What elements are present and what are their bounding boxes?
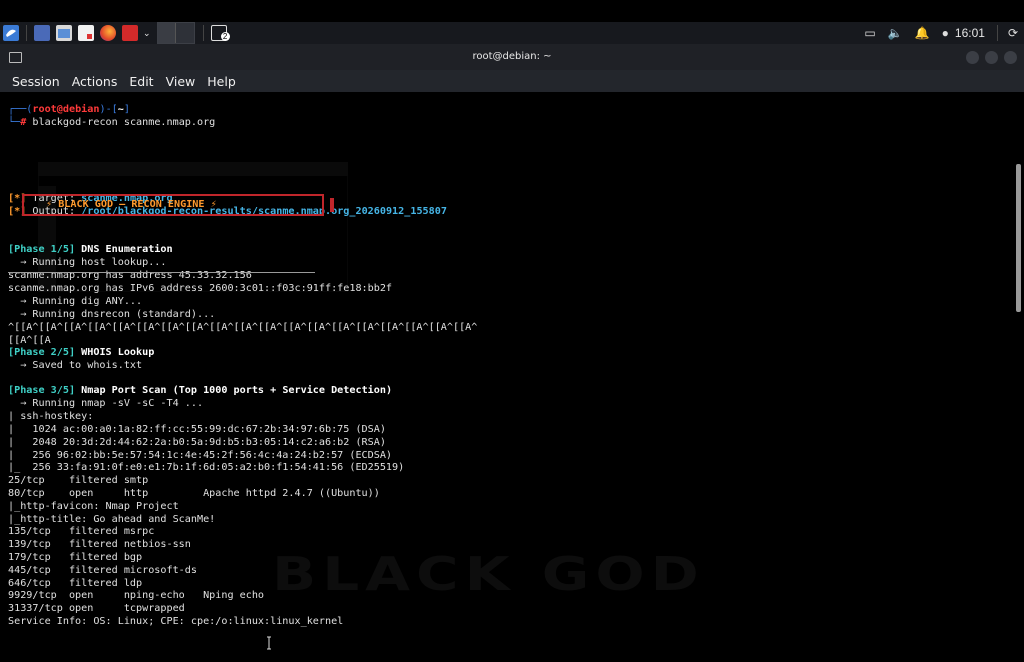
terminal-count-badge: 2 <box>220 32 230 41</box>
workspace-2[interactable] <box>176 23 194 43</box>
taskbar: ⌄ 2 ▭ 🔈 🔔 ● 16:01 ⟳ <box>0 22 1024 44</box>
phase2-header: [Phase 2/5] WHOIS Lookup <box>8 346 154 359</box>
phase1-title: DNS Enumeration <box>75 244 173 255</box>
taskbar-separator <box>996 25 998 41</box>
taskbar-separator <box>202 25 204 41</box>
chevron-down-icon[interactable]: ⌄ <box>143 28 151 39</box>
separator-rule <box>8 272 315 273</box>
phase3-header: [Phase 3/5] Nmap Port Scan (Top 1000 por… <box>8 384 392 397</box>
screen-icon[interactable]: ▭ <box>864 26 875 40</box>
app-menu-icon[interactable] <box>3 25 19 41</box>
prompt-mid: )-[ <box>99 104 118 115</box>
terminal-lines: ┌──(root@debian)-[~] └─# blackgod-recon … <box>8 92 477 627</box>
show-desktop-icon[interactable] <box>34 25 50 41</box>
firefox-icon[interactable] <box>100 25 116 41</box>
phase1-line: → Running dig ANY... <box>8 296 143 307</box>
phase3-line: |_http-favicon: Nmap Project <box>8 501 179 512</box>
phase3-line: | 1024 ac:00:a0:1a:82:ff:cc:55:99:dc:67:… <box>8 424 386 435</box>
phase3-line: | ssh-hostkey: <box>8 411 94 422</box>
menu-session[interactable]: Session <box>12 74 60 89</box>
menubar: Session Actions Edit View Help <box>0 70 1024 92</box>
phase3-line: 25/tcp filtered smtp <box>8 475 149 486</box>
phase3-line: 139/tcp filtered netbios-ssn <box>8 539 191 550</box>
logout-icon[interactable]: ⟳ <box>1008 26 1018 40</box>
phase2-tag: [Phase 2/5] <box>8 347 76 358</box>
phase3-line: |_ 256 33:fa:91:0f:e0:e1:7b:1f:6d:05:a2:… <box>8 462 405 473</box>
volume-icon[interactable]: 🔈 <box>888 26 903 40</box>
prompt-line: ┌──(root@debian)-[~] <box>8 103 130 116</box>
phase2-title: WHOIS Lookup <box>75 347 155 358</box>
prompt-hash: # <box>20 117 33 128</box>
menu-help[interactable]: Help <box>207 74 236 89</box>
command-line: └─# blackgod-recon scanme.nmap.org <box>8 116 215 129</box>
text-cursor-icon <box>267 636 271 650</box>
menu-view[interactable]: View <box>166 74 196 89</box>
phase3-line: → Running nmap -sV -sC -T4 ... <box>8 398 204 409</box>
phase1-line: ^[[A^[[A^[[A^[[A^[[A^[[A^[[A^[[A^[[A^[[A… <box>8 322 478 333</box>
notification-bell-icon[interactable]: 🔔 <box>915 26 930 40</box>
banner-text: ⚡ BLACK GOD — RECON ENGINE ⚡ <box>46 199 217 210</box>
phase1-line: scanme.nmap.org has address 45.33.32.156 <box>8 270 252 281</box>
phase3-line: 179/tcp filtered bgp <box>8 552 143 563</box>
window-titlebar[interactable]: root@debian: ~ <box>0 44 1024 70</box>
phase1-line: → Running dnsrecon (standard)... <box>8 309 216 320</box>
banner-tab <box>330 198 334 212</box>
prompt-prefix: ┌──( <box>8 104 33 115</box>
close-button[interactable] <box>1004 51 1017 64</box>
phase3-line: 445/tcp filtered microsoft-ds <box>8 565 197 576</box>
menu-actions[interactable]: Actions <box>72 74 118 89</box>
maximize-button[interactable] <box>985 51 998 64</box>
taskbar-separator <box>26 25 27 41</box>
background-watermark: BLACK GOD <box>272 546 705 602</box>
phase3-title: Nmap Port Scan (Top 1000 ports + Service… <box>75 385 393 396</box>
phase3-line: Service Info: OS: Linux; CPE: cpe:/o:lin… <box>8 616 344 627</box>
terminal-output[interactable]: BLACK GOD ┌──(root@debian)-[~] └─# black… <box>0 92 1024 658</box>
clock[interactable]: 16:01 <box>955 26 985 40</box>
window-title: root@debian: ~ <box>472 51 552 62</box>
terminal-window: root@debian: ~ Session Actions Edit View… <box>0 44 1024 658</box>
phase2-line: → Saved to whois.txt <box>8 360 143 371</box>
menu-edit[interactable]: Edit <box>129 74 153 89</box>
workspace-switcher[interactable] <box>156 22 195 44</box>
phase3-line: 80/tcp open http Apache httpd 2.4.7 ((Ub… <box>8 488 380 499</box>
phase1-tag: [Phase 1/5] <box>8 244 76 255</box>
window-icon[interactable] <box>9 52 22 63</box>
phase3-tag: [Phase 3/5] <box>8 385 76 396</box>
phase3-line: | 2048 20:3d:2d:44:62:2a:b0:5a:9d:b5:b3:… <box>8 437 386 448</box>
scrollbar-thumb[interactable] <box>1016 164 1021 312</box>
text-editor-icon[interactable] <box>78 25 94 41</box>
phase1-header: [Phase 1/5] DNS Enumeration <box>8 243 173 256</box>
phase3-line: 135/tcp filtered msrpc <box>8 526 155 537</box>
phase1-line: scanme.nmap.org has IPv6 address 2600:3c… <box>8 283 393 294</box>
terminal-task-button[interactable]: 2 <box>208 23 230 43</box>
phase3-line: 9929/tcp open nping-echo Nping echo <box>8 590 265 601</box>
file-manager-icon[interactable] <box>56 25 72 41</box>
prompt-close: ] <box>123 104 130 115</box>
power-status-icon[interactable]: ● <box>942 26 949 40</box>
prompt-user: root <box>32 104 57 115</box>
phase3-line: 31337/tcp open tcpwrapped <box>8 603 185 614</box>
prompt-host: debian <box>62 104 100 115</box>
prompt-tail: └─ <box>8 117 21 128</box>
phase1-line: → Running host lookup... <box>8 257 167 268</box>
terminal-launcher-icon[interactable] <box>122 25 138 41</box>
minimize-button[interactable] <box>966 51 979 64</box>
command-text: blackgod-recon scanme.nmap.org <box>32 117 216 128</box>
workspace-1[interactable] <box>157 23 177 43</box>
